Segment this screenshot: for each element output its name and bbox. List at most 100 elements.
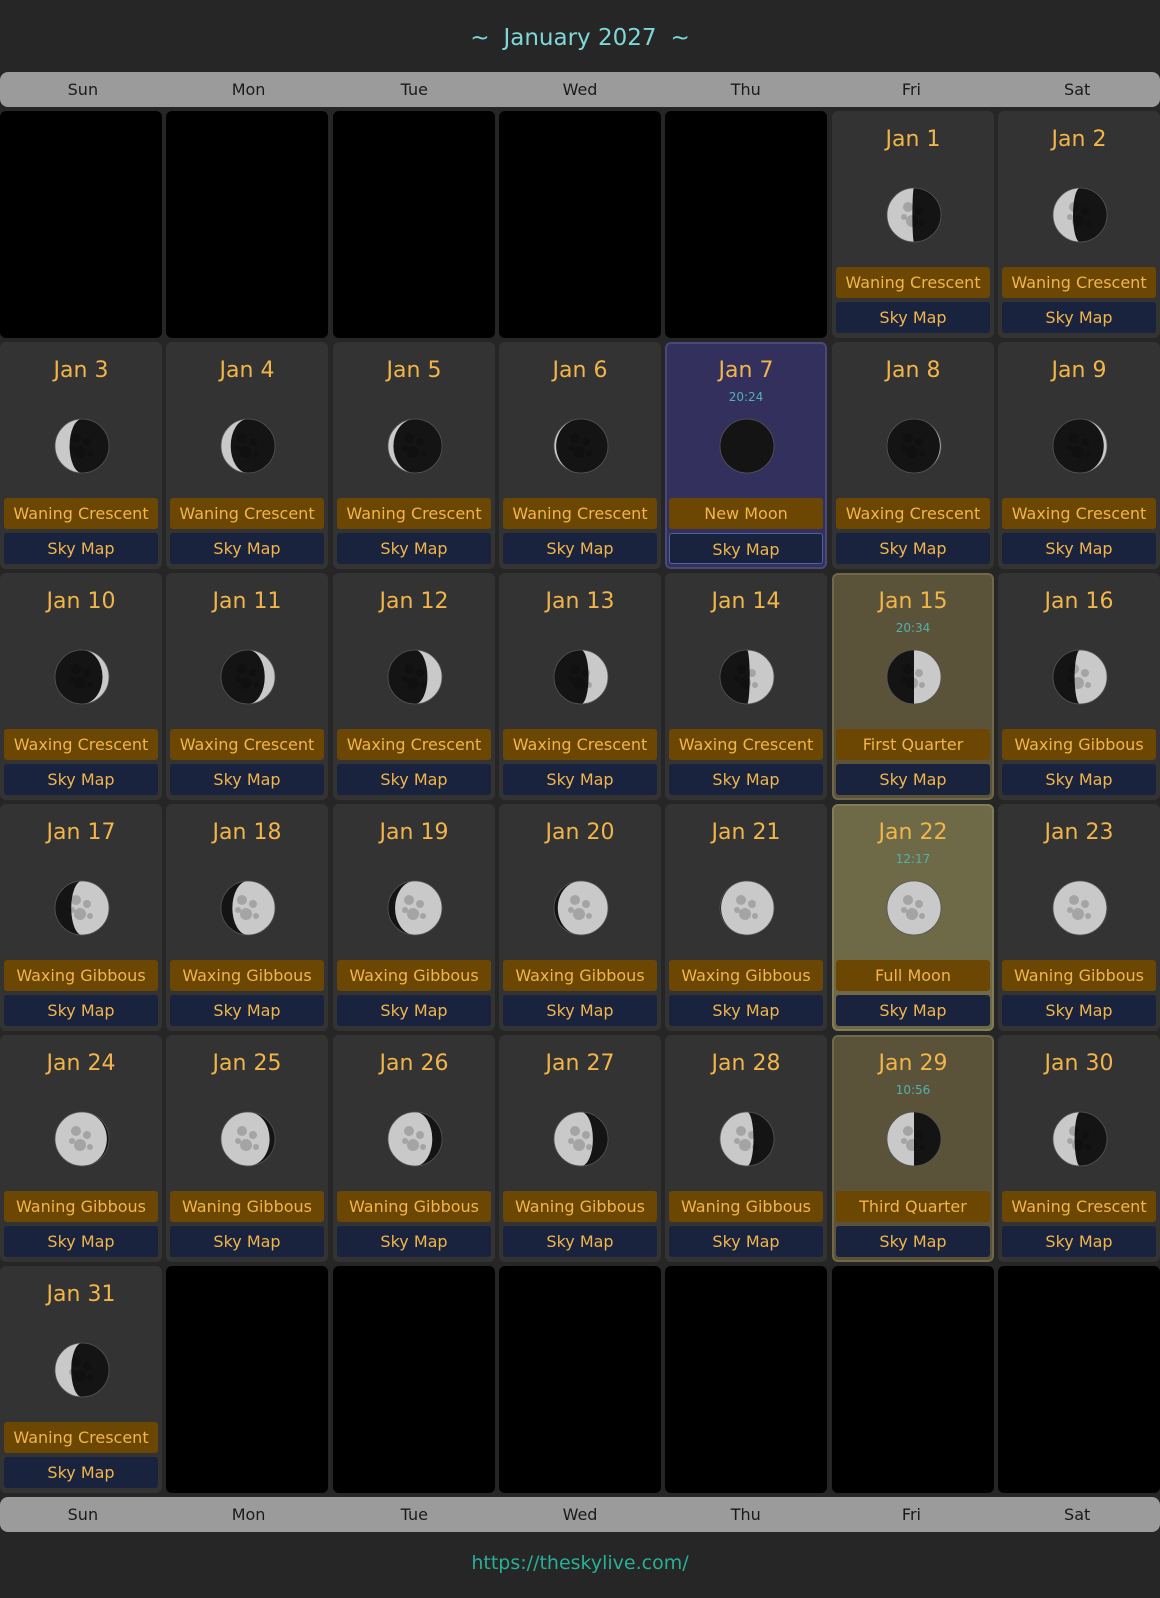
phase-time: 12:17 — [895, 852, 931, 866]
day-date-label: Jan 18 — [212, 820, 282, 845]
day-cell[interactable]: Jan 7 20:24 New Moon Sky Map — [665, 342, 827, 569]
day-cell[interactable]: Jan 10 Waxing Crescent Sky Map — [0, 573, 162, 800]
day-cell[interactable]: Jan 28 Waning Gibbous Sky Map — [665, 1035, 827, 1262]
phase-name-badge: Waning Gibbous — [170, 1191, 324, 1222]
sky-map-button[interactable]: Sky Map — [337, 764, 491, 795]
sky-map-button[interactable]: Sky Map — [170, 533, 324, 564]
moon-phase-icon — [1052, 649, 1108, 705]
sky-map-button[interactable]: Sky Map — [669, 1226, 823, 1257]
sky-map-button[interactable]: Sky Map — [503, 1226, 657, 1257]
day-cell[interactable]: Jan 27 Waning Gibbous Sky Map — [499, 1035, 661, 1262]
day-cell[interactable]: Jan 13 Waxing Crescent Sky Map — [499, 573, 661, 800]
sky-map-button[interactable]: Sky Map — [503, 995, 657, 1026]
day-cell[interactable]: Jan 14 Waxing Crescent Sky Map — [665, 573, 827, 800]
day-cell[interactable]: Jan 6 Waning Crescent Sky Map — [499, 342, 661, 569]
sky-map-button[interactable]: Sky Map — [669, 533, 823, 564]
sky-map-button[interactable]: Sky Map — [836, 533, 990, 564]
day-date-label: Jan 12 — [379, 589, 449, 614]
sky-map-button[interactable]: Sky Map — [503, 533, 657, 564]
sky-map-button[interactable]: Sky Map — [4, 533, 158, 564]
day-cell[interactable]: Jan 2 Waning Crescent Sky Map — [998, 111, 1160, 338]
day-cell[interactable]: Jan 4 Waning Crescent Sky Map — [166, 342, 328, 569]
phase-name-badge: Waxing Gibbous — [503, 960, 657, 991]
day-date-label: Jan 24 — [46, 1051, 116, 1076]
phase-name-badge: Waning Gibbous — [669, 1191, 823, 1222]
sky-map-button[interactable]: Sky Map — [1002, 995, 1156, 1026]
sky-map-button[interactable]: Sky Map — [503, 764, 657, 795]
sky-map-button[interactable]: Sky Map — [836, 995, 990, 1026]
day-date-label: Jan 22 — [878, 820, 948, 845]
sky-map-button[interactable]: Sky Map — [669, 764, 823, 795]
day-cell[interactable]: Jan 22 12:17 Full Moon Sky Map — [832, 804, 994, 1031]
moon-phase-icon — [54, 649, 110, 705]
phase-name-badge: Waxing Crescent — [669, 729, 823, 760]
sky-map-button[interactable]: Sky Map — [836, 302, 990, 333]
day-cell[interactable]: Jan 12 Waxing Crescent Sky Map — [333, 573, 495, 800]
phase-name-badge: Waning Crescent — [4, 498, 158, 529]
sky-map-button[interactable]: Sky Map — [1002, 533, 1156, 564]
day-cell[interactable]: Jan 8 Waxing Crescent Sky Map — [832, 342, 994, 569]
empty-day-cell — [499, 1266, 661, 1493]
day-cell[interactable]: Jan 11 Waxing Crescent Sky Map — [166, 573, 328, 800]
weekday-header-bottom: Sun Mon Tue Wed Thu Fri Sat — [0, 1497, 1160, 1532]
day-date-label: Jan 20 — [545, 820, 615, 845]
sky-map-button[interactable]: Sky Map — [337, 1226, 491, 1257]
day-cell[interactable]: Jan 15 20:34 First Quarter Sky Map — [832, 573, 994, 800]
phase-name-badge: Waxing Crescent — [836, 498, 990, 529]
day-cell[interactable]: Jan 19 Waxing Gibbous Sky Map — [333, 804, 495, 1031]
sky-map-button[interactable]: Sky Map — [4, 995, 158, 1026]
weekday-tue: Tue — [400, 1505, 428, 1524]
day-date-label: Jan 29 — [878, 1051, 948, 1076]
sky-map-button[interactable]: Sky Map — [170, 1226, 324, 1257]
day-cell[interactable]: Jan 30 Waning Crescent Sky Map — [998, 1035, 1160, 1262]
sky-map-button[interactable]: Sky Map — [337, 533, 491, 564]
sky-map-button[interactable]: Sky Map — [4, 1457, 158, 1488]
moon-phase-icon — [220, 880, 276, 936]
sky-map-button[interactable]: Sky Map — [836, 764, 990, 795]
sky-map-button[interactable]: Sky Map — [669, 995, 823, 1026]
day-cell[interactable]: Jan 26 Waning Gibbous Sky Map — [333, 1035, 495, 1262]
phase-name-badge: Waning Gibbous — [337, 1191, 491, 1222]
footer-site-link[interactable]: https://theskylive.com/ — [0, 1552, 1160, 1574]
day-date-label: Jan 8 — [885, 358, 941, 383]
day-cell[interactable]: Jan 31 Waning Crescent Sky Map — [0, 1266, 162, 1493]
day-cell[interactable]: Jan 16 Waxing Gibbous Sky Map — [998, 573, 1160, 800]
day-cell[interactable]: Jan 20 Waxing Gibbous Sky Map — [499, 804, 661, 1031]
sky-map-button[interactable]: Sky Map — [1002, 302, 1156, 333]
sky-map-button[interactable]: Sky Map — [170, 995, 324, 1026]
weekday-thu: Thu — [730, 1505, 761, 1524]
day-date-label: Jan 10 — [46, 589, 116, 614]
day-cell[interactable]: Jan 3 Waning Crescent Sky Map — [0, 342, 162, 569]
phase-time: 20:34 — [895, 621, 931, 635]
day-date-label: Jan 15 — [878, 589, 948, 614]
moon-phase-icon — [54, 880, 110, 936]
day-cell[interactable]: Jan 29 10:56 Third Quarter Sky Map — [832, 1035, 994, 1262]
sky-map-button[interactable]: Sky Map — [836, 1226, 990, 1257]
day-date-label: Jan 4 — [219, 358, 275, 383]
day-cell[interactable]: Jan 17 Waxing Gibbous Sky Map — [0, 804, 162, 1031]
sky-map-button[interactable]: Sky Map — [1002, 1226, 1156, 1257]
empty-day-cell — [333, 1266, 495, 1493]
day-date-label: Jan 6 — [552, 358, 608, 383]
empty-day-cell — [0, 111, 162, 338]
phase-name-badge: Waning Crescent — [1002, 1191, 1156, 1222]
day-cell[interactable]: Jan 24 Waning Gibbous Sky Map — [0, 1035, 162, 1262]
day-cell[interactable]: Jan 25 Waning Gibbous Sky Map — [166, 1035, 328, 1262]
day-cell[interactable]: Jan 1 Waning Crescent Sky Map — [832, 111, 994, 338]
day-cell[interactable]: Jan 5 Waning Crescent Sky Map — [333, 342, 495, 569]
day-cell[interactable]: Jan 18 Waxing Gibbous Sky Map — [166, 804, 328, 1031]
sky-map-button[interactable]: Sky Map — [1002, 764, 1156, 795]
day-date-label: Jan 30 — [1044, 1051, 1114, 1076]
day-cell[interactable]: Jan 21 Waxing Gibbous Sky Map — [665, 804, 827, 1031]
sky-map-button[interactable]: Sky Map — [4, 764, 158, 795]
sky-map-button[interactable]: Sky Map — [170, 764, 324, 795]
day-date-label: Jan 11 — [212, 589, 282, 614]
day-date-label: Jan 28 — [711, 1051, 781, 1076]
moon-phase-icon — [387, 418, 443, 474]
sky-map-button[interactable]: Sky Map — [4, 1226, 158, 1257]
day-cell[interactable]: Jan 9 Waxing Crescent Sky Map — [998, 342, 1160, 569]
day-cell[interactable]: Jan 23 Waning Gibbous Sky Map — [998, 804, 1160, 1031]
phase-name-badge: Waxing Gibbous — [1002, 729, 1156, 760]
day-date-label: Jan 9 — [1051, 358, 1107, 383]
sky-map-button[interactable]: Sky Map — [337, 995, 491, 1026]
